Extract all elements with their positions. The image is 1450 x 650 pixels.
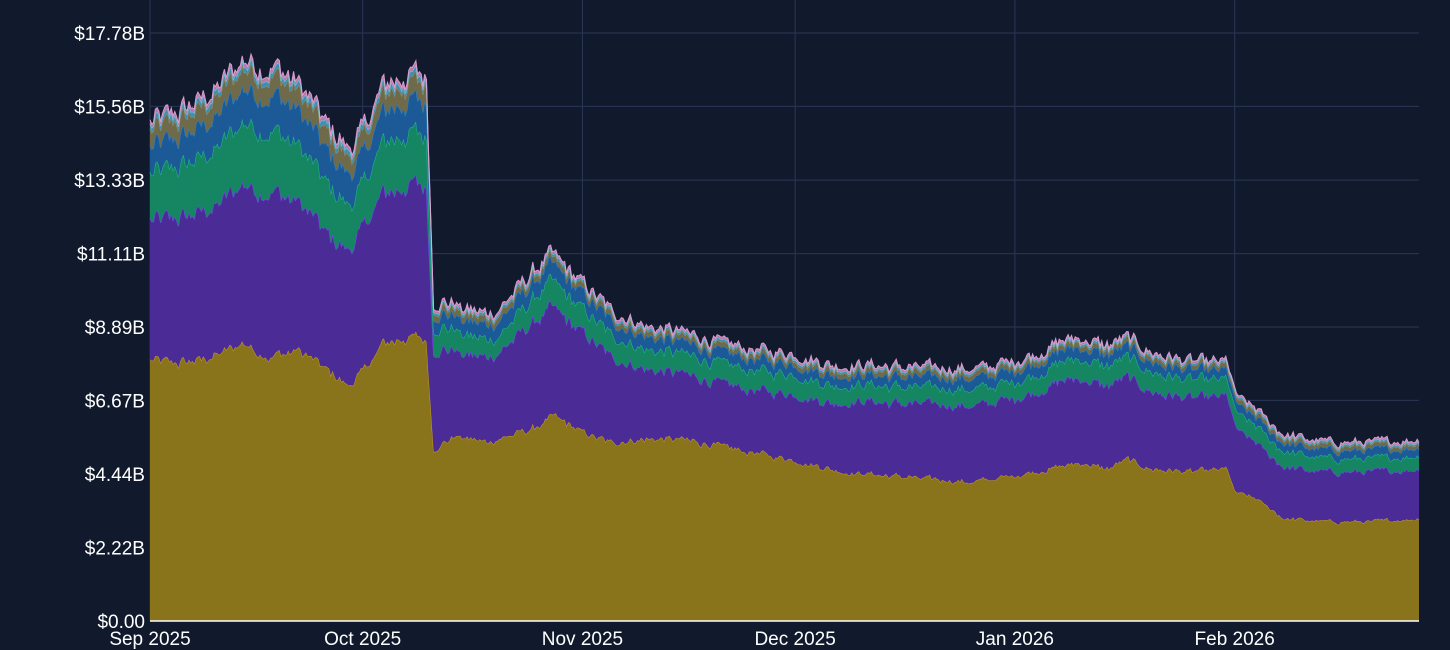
x-tick-label: Sep 2025 bbox=[109, 629, 190, 650]
y-tick-label: $11.11B bbox=[77, 245, 145, 266]
stacked-area-chart: $0.00 $2.22B $4.44B $6.67B $8.89B $11.11B $13.… bbox=[0, 0, 1450, 650]
y-tick-label: $6.67B bbox=[85, 391, 145, 412]
x-tick-label: Jan 2026 bbox=[976, 629, 1054, 650]
y-tick-label: $15.56B bbox=[74, 97, 145, 118]
y-tick-label: $4.44B bbox=[85, 465, 145, 486]
x-tick-label: Oct 2025 bbox=[324, 629, 401, 650]
area-layer bbox=[149, 52, 1420, 621]
y-tick-label: $2.22B bbox=[85, 539, 145, 560]
y-tick-label: $8.89B bbox=[85, 318, 145, 339]
x-tick-label: Nov 2025 bbox=[542, 629, 623, 650]
y-tick-label: $13.33B bbox=[74, 171, 145, 192]
x-tick-label: Dec 2025 bbox=[754, 629, 835, 650]
chart-svg: $0.00$2.22B$4.44B$6.67B$8.89B$11.11B$13.… bbox=[74, 0, 1420, 650]
x-tick-label: Feb 2026 bbox=[1195, 629, 1275, 650]
y-tick-label: $17.78B bbox=[74, 24, 145, 45]
